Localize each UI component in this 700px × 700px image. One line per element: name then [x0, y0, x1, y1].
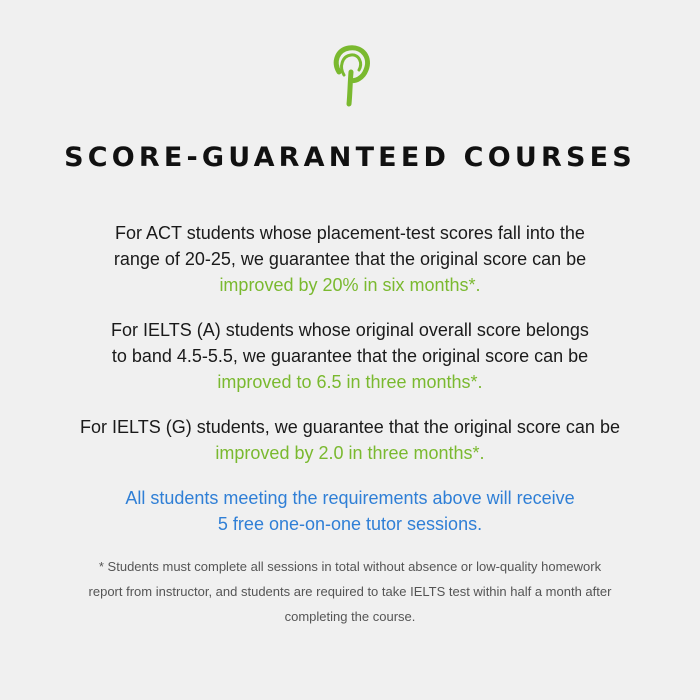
- bonus-text-line-2: 5 free one-on-one tutor sessions.: [217, 514, 483, 534]
- act-text-line-1: For ACT students whose placement-test sc…: [115, 223, 585, 243]
- ielts-a-highlight: improved to 6.5 in three months*.: [217, 372, 483, 392]
- footnote: * Students must complete all sessions in…: [40, 554, 660, 629]
- ielts-g-text-line-1: For IELTS (G) students, we guarantee tha…: [80, 417, 620, 437]
- ielts-a-guarantee-paragraph: For IELTS (A) students whose original ov…: [0, 317, 700, 395]
- ielts-a-text-line-2: to band 4.5-5.5, we guarantee that the o…: [111, 346, 589, 366]
- ielts-a-text-line-1: For IELTS (A) students whose original ov…: [111, 320, 589, 340]
- footnote-line-2: report from instructor, and students are…: [88, 584, 612, 599]
- bonus-paragraph: All students meeting the requirements ab…: [0, 485, 700, 537]
- footnote-line-3: completing the course.: [284, 609, 416, 624]
- act-text-line-2: range of 20-25, we guarantee that the or…: [113, 249, 587, 269]
- footnote-line-1: * Students must complete all sessions in…: [98, 559, 602, 574]
- ielts-g-guarantee-paragraph: For IELTS (G) students, we guarantee tha…: [0, 414, 700, 466]
- act-highlight: improved by 20% in six months*.: [219, 275, 481, 295]
- ielts-g-highlight: improved by 2.0 in three months*.: [215, 443, 485, 463]
- leaf-key-icon: [333, 45, 370, 107]
- act-guarantee-paragraph: For ACT students whose placement-test sc…: [0, 220, 700, 298]
- bonus-text-line-1: All students meeting the requirements ab…: [125, 488, 575, 508]
- page: SCORE-GUARANTEED COURSES For ACT student…: [0, 0, 700, 700]
- page-title: SCORE-GUARANTEED COURSES: [64, 142, 636, 173]
